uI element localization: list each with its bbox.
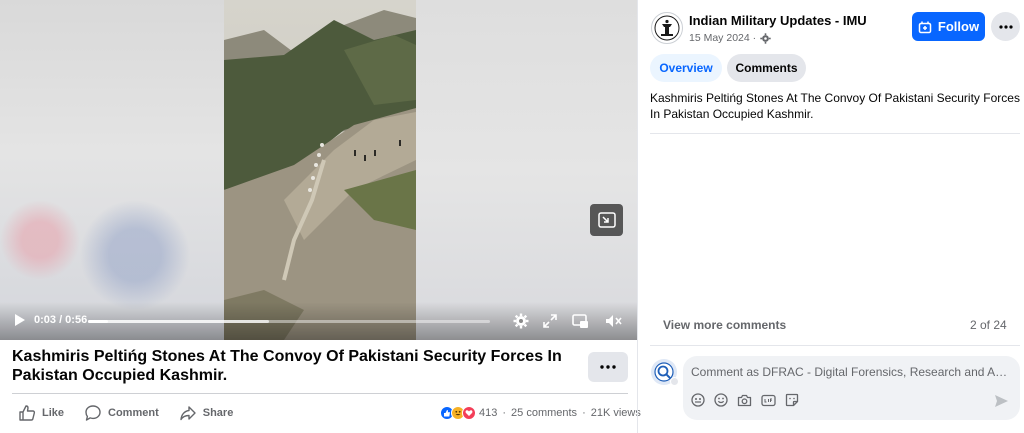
share-label: Share: [202, 407, 234, 419]
speaker-muted-icon: [606, 315, 622, 327]
miniplayer-icon: [571, 313, 588, 328]
comment-input[interactable]: Comment as DFRAC - Digital Forensics, Re…: [691, 365, 1011, 379]
video-time: 0:03 / 0:56: [34, 314, 88, 326]
stats-separator: ·: [502, 407, 507, 419]
panel-divider: [637, 0, 638, 433]
play-button[interactable]: [12, 312, 28, 328]
follow-button[interactable]: Follow: [912, 12, 985, 41]
gif-button[interactable]: [761, 394, 776, 407]
video-progress-fill: [88, 320, 109, 323]
thumbs-up-icon: [19, 405, 36, 421]
post-stats: 413 · 25 comments · 21K views: [440, 404, 641, 422]
avatar-sticker-button[interactable]: [691, 393, 705, 407]
audience-gear-icon: [760, 32, 771, 44]
video-player[interactable]: 0:03 / 0:56: [0, 0, 637, 340]
post-date[interactable]: 15 May 2024 ·: [689, 32, 771, 44]
video-buffer-fill: [88, 320, 269, 323]
gear-icon: [513, 313, 529, 329]
tab-overview[interactable]: Overview: [650, 54, 722, 82]
post-date-text: 15 May 2024 ·: [689, 32, 757, 44]
page-avatar[interactable]: [651, 12, 683, 44]
settings-button[interactable]: [512, 312, 530, 330]
comment-composer[interactable]: Comment as DFRAC - Digital Forensics, Re…: [683, 356, 1020, 420]
post-more-button[interactable]: [588, 352, 628, 382]
action-divider: [12, 393, 628, 394]
composer-tools: [691, 393, 808, 407]
expand-icon: [543, 314, 557, 328]
follow-page-icon: [918, 21, 932, 33]
page-name[interactable]: Indian Military Updates - IMU: [689, 13, 867, 28]
picture-in-picture-icon: [597, 212, 616, 228]
send-button[interactable]: [994, 394, 1009, 413]
picture-in-picture-button[interactable]: [590, 204, 623, 236]
video-progress-bar[interactable]: [88, 320, 490, 323]
profile-switch-chevron-icon[interactable]: [670, 377, 679, 386]
comments-divider: [650, 345, 1020, 346]
ellipsis-icon: [600, 365, 616, 369]
fullscreen-button[interactable]: [542, 313, 558, 329]
post-viewer: 0:03 / 0:56 Kashmiris Peltińg Stones At …: [0, 0, 1024, 433]
smiley-icon: [714, 393, 728, 407]
video-frame: [224, 0, 416, 340]
emoji-button[interactable]: [714, 393, 728, 407]
emblem-icon: [654, 15, 680, 41]
follow-label: Follow: [937, 19, 980, 34]
comment-bubble-icon: [85, 405, 101, 421]
video-blur-left: [0, 0, 224, 340]
play-icon: [15, 314, 25, 326]
share-arrow-icon: [180, 406, 196, 421]
sticker-icon: [785, 393, 799, 407]
like-button[interactable]: Like: [18, 404, 64, 422]
comments-count[interactable]: 25 comments: [511, 407, 577, 419]
view-more-comments-link[interactable]: View more comments: [663, 318, 786, 332]
post-actions: Like Comment Share: [18, 402, 253, 424]
like-label: Like: [42, 407, 65, 419]
comment-button[interactable]: Comment: [84, 404, 159, 422]
send-icon: [995, 395, 1008, 407]
stats-separator: ·: [582, 407, 586, 419]
post-caption: Kashmiris Peltińg Stones At The Convoy O…: [650, 91, 1020, 121]
video-blur-right: [416, 0, 637, 340]
mute-button[interactable]: [604, 312, 624, 330]
avatar-sticker-icon: [691, 393, 705, 407]
share-button[interactable]: Share: [179, 404, 234, 422]
ellipsis-icon: [998, 24, 1013, 29]
caption-divider: [650, 133, 1020, 134]
gif-icon: [761, 394, 776, 406]
video-controls: 0:03 / 0:56: [0, 302, 637, 340]
sticker-button[interactable]: [785, 393, 799, 407]
photo-button[interactable]: [737, 394, 752, 407]
page-more-button[interactable]: [991, 12, 1020, 41]
reaction-count[interactable]: 413: [479, 407, 497, 419]
comments-page-count: 2 of 24: [970, 318, 1007, 332]
comment-label: Comment: [108, 407, 159, 419]
post-title: Kashmiris Peltińg Stones At The Convoy O…: [12, 348, 562, 384]
views-count: 21K views: [590, 407, 641, 419]
love-reaction-icon[interactable]: [462, 406, 476, 420]
tab-comments[interactable]: Comments: [727, 54, 806, 82]
camera-icon: [737, 394, 752, 406]
miniplayer-button[interactable]: [571, 312, 589, 330]
